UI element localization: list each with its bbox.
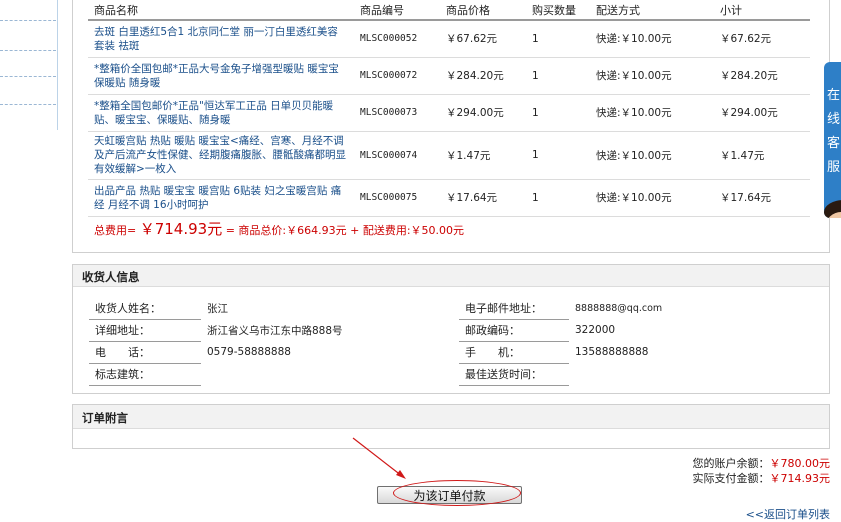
product-subtotal: ￥17.64元 <box>714 179 810 217</box>
table-row: 去斑 白里透红5合1 北京同仁堂 丽一汀白里透红美容套装 祛斑 MLSC0000… <box>88 20 810 58</box>
mobile-value: 13588888888 <box>575 346 649 358</box>
product-price: ￥284.20元 <box>440 57 526 95</box>
zip-value: 322000 <box>575 324 616 336</box>
col-header-qty: 购买数量 <box>526 0 590 21</box>
delivery-time-value <box>569 363 823 385</box>
total-breakdown: = 商品总价:￥664.93元 + 配送费用:￥50.00元 <box>225 224 465 237</box>
product-qty: 1 <box>526 179 590 217</box>
product-subtotal: ￥1.47元 <box>714 131 810 180</box>
product-price: ￥17.64元 <box>440 179 526 217</box>
payment-amount: 实际支付金额：￥714.93元 <box>693 471 831 486</box>
product-code: MLSC000052 <box>354 20 440 58</box>
product-code: MLSC000073 <box>354 94 440 132</box>
table-row: *整箱价全国包邮*正品大号金兔子增强型暖贴 暖宝宝 保暖贴 随身暖 MLSC00… <box>88 57 810 95</box>
pay-order-button[interactable]: 为该订单付款 <box>377 486 522 504</box>
product-name-link[interactable]: *整箱全国包邮价*正品"恒达军工正品 日单贝贝能暖贴、暖宝宝、保暖贴、随身暖 <box>88 94 354 132</box>
product-subtotal: ￥294.00元 <box>714 94 810 132</box>
table-row: 标志建筑： 最佳送货时间： <box>89 363 823 386</box>
product-qty: 1 <box>526 94 590 132</box>
section-title: 收货人信息 <box>73 265 829 287</box>
product-code: MLSC000072 <box>354 57 440 95</box>
payment-amount-value: ￥714.93元 <box>769 472 831 485</box>
product-name-link[interactable]: *整箱价全国包邮*正品大号金兔子增强型暖贴 暖宝宝 保暖贴 随身暖 <box>88 57 354 95</box>
product-shipping: 快递:￥10.00元 <box>590 20 714 58</box>
sidebar-divider <box>0 50 56 51</box>
sidebar-divider <box>0 104 56 105</box>
product-price: ￥294.00元 <box>440 94 526 132</box>
table-row: 电 话： 0579-58888888 手 机： 13588888888 <box>89 341 823 364</box>
phone-label: 电 话： <box>89 341 201 364</box>
order-memo-section: 订单附言 <box>72 404 830 449</box>
payment-amount-label: 实际支付金额： <box>692 472 770 485</box>
table-row: *整箱全国包邮价*正品"恒达军工正品 日单贝贝能暖贴、暖宝宝、保暖贴、随身暖 M… <box>88 94 810 132</box>
table-row: 出品产品 热贴 暖宝宝 暖宫贴 6贴装 妇之宝暖宫贴 痛经 月经不调 16小时呵… <box>88 179 810 217</box>
product-shipping: 快递:￥10.00元 <box>590 179 714 217</box>
sidebar-fragment <box>0 0 58 130</box>
mobile-label: 手 机： <box>459 341 569 364</box>
balance-summary: 您的账户余额：￥780.00元 实际支付金额：￥714.93元 <box>693 456 831 486</box>
address-label: 详细地址： <box>89 319 201 342</box>
account-balance: 您的账户余额：￥780.00元 <box>693 456 831 471</box>
product-price: ￥1.47元 <box>440 131 526 180</box>
phone-value: 0579-58888888 <box>207 346 291 358</box>
account-balance-label: 您的账户余额： <box>692 457 770 470</box>
product-shipping: 快递:￥10.00元 <box>590 94 714 132</box>
recipient-info-section: 收货人信息 收货人姓名： 张江 电子邮件地址： 8888888@qq.com 详… <box>72 264 830 394</box>
product-name-link[interactable]: 去斑 白里透红5合1 北京同仁堂 丽一汀白里透红美容套装 祛斑 <box>88 20 354 58</box>
product-qty: 1 <box>526 57 590 95</box>
table-row: 天虹暖宫贴 热贴 暖贴 暖宝宝<痛经、宫寒、月经不调及产后流产女性保健、经期腹痛… <box>88 131 810 180</box>
col-header-shipping: 配送方式 <box>590 0 714 21</box>
sidebar-divider <box>0 76 56 77</box>
product-subtotal: ￥284.20元 <box>714 57 810 95</box>
total-label: 总费用= <box>94 224 137 237</box>
recipient-name-label: 收货人姓名： <box>89 297 201 320</box>
email-label: 电子邮件地址： <box>459 297 569 320</box>
col-header-price: 商品价格 <box>440 0 526 21</box>
email-value: 8888888@qq.com <box>575 302 663 314</box>
account-balance-value: ￥780.00元 <box>769 457 831 470</box>
product-code: MLSC000074 <box>354 131 440 180</box>
product-shipping: 快递:￥10.00元 <box>590 131 714 180</box>
product-subtotal: ￥67.62元 <box>714 20 810 58</box>
product-name-link[interactable]: 天虹暖宫贴 热贴 暖贴 暖宝宝<痛经、宫寒、月经不调及产后流产女性保健、经期腹痛… <box>88 131 354 180</box>
recipient-name-value: 张江 <box>207 302 228 315</box>
landmark-value <box>201 363 459 385</box>
total-amount: ￥714.93元 <box>139 220 223 238</box>
back-to-orders-link[interactable]: <<返回订单列表 <box>746 506 830 522</box>
product-table: 商品名称 商品编号 商品价格 购买数量 配送方式 小计 去斑 白里透红5合1 北… <box>88 0 810 217</box>
landmark-label: 标志建筑： <box>89 363 201 386</box>
product-qty: 1 <box>526 20 590 58</box>
section-title: 订单附言 <box>73 405 829 429</box>
sidebar-divider <box>0 20 56 21</box>
zip-label: 邮政编码： <box>459 319 569 342</box>
product-qty: 1 <box>526 131 590 180</box>
address-value: 浙江省义乌市江东中路888号 <box>207 324 343 337</box>
customer-service-label: 在线客服 <box>827 88 841 175</box>
col-header-subtotal: 小计 <box>714 0 810 21</box>
recipient-table: 收货人姓名： 张江 电子邮件地址： 8888888@qq.com 详细地址： 浙… <box>89 297 823 386</box>
product-shipping: 快递:￥10.00元 <box>590 57 714 95</box>
product-name-link[interactable]: 出品产品 热贴 暖宝宝 暖宫贴 6贴装 妇之宝暖宫贴 痛经 月经不调 16小时呵… <box>88 179 354 217</box>
order-total: 总费用= ￥714.93元 = 商品总价:￥664.93元 + 配送费用:￥50… <box>94 218 464 239</box>
product-table-header: 商品名称 商品编号 商品价格 购买数量 配送方式 小计 <box>88 0 810 21</box>
customer-service-float[interactable]: 在线客服 <box>824 62 841 218</box>
table-row: 详细地址： 浙江省义乌市江东中路888号 邮政编码： 322000 <box>89 319 823 342</box>
product-price: ￥67.62元 <box>440 20 526 58</box>
product-code: MLSC000075 <box>354 179 440 217</box>
col-header-code: 商品编号 <box>354 0 440 21</box>
col-header-name: 商品名称 <box>88 0 354 21</box>
table-row: 收货人姓名： 张江 电子邮件地址： 8888888@qq.com <box>89 297 823 320</box>
delivery-time-label: 最佳送货时间： <box>459 363 569 386</box>
